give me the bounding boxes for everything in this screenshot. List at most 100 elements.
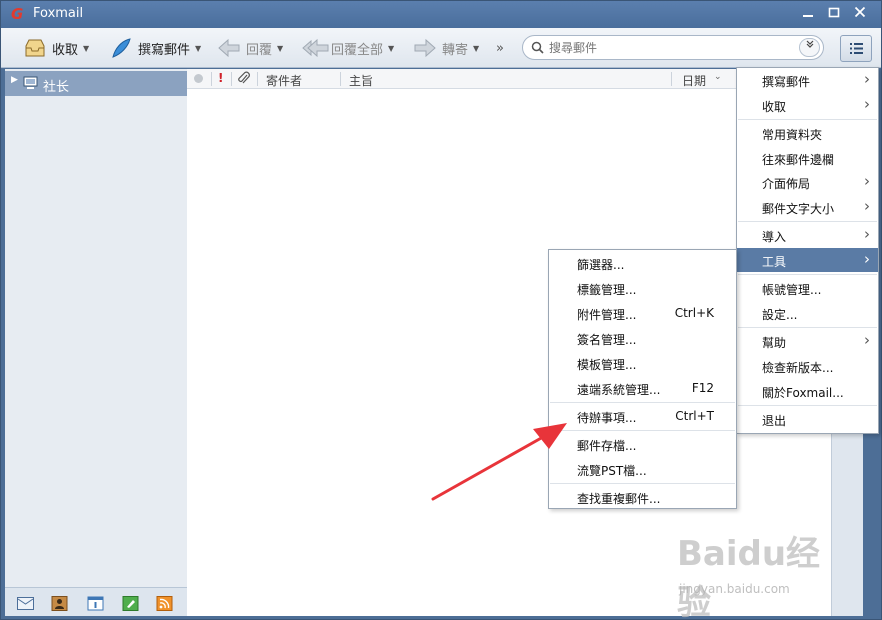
tools-menu-item-label: 篩選器...: [577, 258, 625, 272]
foxmail-logo-icon: G: [11, 5, 24, 23]
main-menu-item-label: 工具: [762, 255, 787, 269]
tools-menu-item[interactable]: 標籤管理...: [549, 276, 736, 301]
sort-chevron-icon[interactable]: ⌄: [714, 72, 722, 82]
reply-all-label: 回覆全部: [331, 42, 384, 58]
date-column-header[interactable]: 日期: [682, 72, 706, 89]
main-menu-item[interactable]: 退出: [737, 407, 878, 431]
main-menu-item[interactable]: 往來郵件邊欄: [737, 146, 878, 170]
compose-label: 撰寫郵件: [138, 42, 191, 58]
tools-menu-item[interactable]: 待辦事項... Ctrl+T: [549, 404, 736, 429]
tools-menu-item[interactable]: 篩選器...: [549, 251, 736, 276]
main-menu-button[interactable]: [840, 35, 872, 62]
account-item[interactable]: ▶ 社长: [5, 71, 187, 96]
main-menu-item[interactable]: 關於Foxmail...: [737, 379, 878, 403]
watermark-url: jingyan.baidu.com: [679, 582, 790, 596]
main-menu-item-label: 撰寫郵件: [762, 75, 811, 89]
main-menu-item[interactable]: 常用資料夾: [737, 121, 878, 145]
close-icon[interactable]: [851, 5, 869, 23]
tools-menu-item[interactable]: 郵件存檔...: [549, 432, 736, 457]
menu-separator: [738, 274, 877, 275]
main-menu-item-label: 幫助: [762, 336, 787, 350]
menu-separator: [738, 119, 877, 120]
reply-arrow-icon: [217, 37, 241, 59]
main-menu-item[interactable]: 收取 ›: [737, 93, 878, 117]
column-divider: [211, 72, 212, 86]
notes-module-icon[interactable]: [122, 596, 139, 611]
tools-menu-item[interactable]: 附件管理... Ctrl+K: [549, 301, 736, 326]
tools-menu-item[interactable]: 模板管理...: [549, 351, 736, 376]
main-menu-item-label: 介面佈局: [762, 177, 811, 191]
foxmail-window: G Foxmail 收取 ▼ 撰寫郵件 ▼ 回覆 ▼ 回覆全部 ▼ 轉寄 ▼ »…: [0, 0, 882, 620]
maximize-icon[interactable]: [825, 5, 843, 23]
account-computer-icon: [23, 76, 38, 90]
tools-menu-item-label: 標籤管理...: [577, 283, 637, 297]
subject-column-header[interactable]: 主旨: [349, 72, 373, 89]
annotation-arrow: [431, 423, 567, 501]
compose-button[interactable]: 撰寫郵件 ▼: [109, 36, 201, 60]
main-menu-item[interactable]: 帳號管理...: [737, 276, 878, 300]
tools-menu-item-label: 簽名管理...: [577, 333, 637, 347]
main-menu-item-label: 退出: [762, 414, 787, 428]
main-menu-item-label: 設定...: [762, 308, 798, 322]
chevron-right-icon: ›: [864, 172, 870, 190]
main-menu-item[interactable]: 工具 ›: [737, 248, 878, 272]
receive-label: 收取: [52, 42, 79, 58]
priority-column-icon[interactable]: !: [218, 71, 223, 85]
tools-menu-item[interactable]: 流覽PST檔...: [549, 457, 736, 482]
main-menu-item-label: 常用資料夾: [762, 128, 823, 142]
minimize-icon[interactable]: [799, 5, 817, 23]
mail-module-icon[interactable]: [17, 596, 34, 611]
calendar-module-icon[interactable]: [87, 596, 104, 611]
main-menu-item[interactable]: 撰寫郵件 ›: [737, 68, 878, 92]
more-button[interactable]: »: [496, 36, 504, 60]
main-menu-item-label: 導入: [762, 230, 787, 244]
main-menu-item[interactable]: 郵件文字大小 ›: [737, 195, 878, 219]
mail-list-header: ! 寄件者 主旨 日期 ⌄: [187, 69, 831, 89]
baidu-watermark: Baidu经验 jingyan.baidu.com: [677, 526, 837, 620]
tools-menu-item[interactable]: 查找重複郵件...: [549, 485, 736, 510]
tools-menu-item[interactable]: 遠端系統管理... F12: [549, 376, 736, 401]
chevron-down-icon[interactable]: ▼: [388, 44, 394, 53]
folder-pane: ▶ 社长: [5, 69, 187, 616]
module-switcher: [5, 587, 187, 616]
tools-menu-item-label: 附件管理...: [577, 308, 637, 322]
reply-button[interactable]: 回覆 ▼: [217, 36, 283, 60]
main-menu: 撰寫郵件 › 收取 › 常用資料夾 往來郵件邊欄 介面佈局 › 郵件文字大小 › 導入 › 工具 › 帳號管…: [736, 67, 879, 434]
main-menu-item[interactable]: 導入 ›: [737, 223, 878, 247]
search-input[interactable]: [549, 39, 789, 57]
search-options-chevron-icon[interactable]: [799, 38, 820, 57]
reply-label: 回覆: [246, 42, 273, 58]
toolbar: 收取 ▼ 撰寫郵件 ▼ 回覆 ▼ 回覆全部 ▼ 轉寄 ▼ » 搜尋郵件: [1, 28, 881, 68]
chevron-down-icon[interactable]: ▼: [473, 44, 479, 53]
chevron-down-icon[interactable]: ▼: [195, 44, 201, 53]
chevron-down-icon[interactable]: ▼: [277, 44, 283, 53]
shortcut-label: Ctrl+K: [674, 306, 714, 320]
rss-module-icon[interactable]: [156, 596, 173, 611]
main-menu-item[interactable]: 介面佈局 ›: [737, 170, 878, 194]
expand-triangle-icon[interactable]: ▶: [11, 75, 18, 85]
forward-button[interactable]: 轉寄 ▼: [413, 36, 479, 60]
chevron-down-icon[interactable]: ▼: [83, 44, 89, 53]
chevron-right-icon: ›: [864, 70, 870, 88]
main-menu-item[interactable]: 設定...: [737, 301, 878, 325]
menu-separator: [738, 405, 877, 406]
contacts-module-icon[interactable]: [51, 596, 68, 611]
attachment-column-icon[interactable]: [237, 71, 251, 89]
menu-separator: [738, 327, 877, 328]
main-menu-item-label: 往來郵件邊欄: [762, 153, 835, 167]
reply-all-button[interactable]: 回覆全部 ▼: [302, 36, 394, 60]
chevron-right-icon: ›: [864, 331, 870, 349]
receive-button[interactable]: 收取 ▼: [23, 36, 89, 60]
tools-menu-item[interactable]: 簽名管理...: [549, 326, 736, 351]
list-menu-icon: [850, 43, 863, 54]
account-label: 社长: [43, 80, 70, 95]
main-menu-item[interactable]: 幫助 ›: [737, 329, 878, 353]
main-menu-item-label: 檢查新版本...: [762, 361, 834, 375]
main-menu-item[interactable]: 檢查新版本...: [737, 354, 878, 378]
read-status-column-icon[interactable]: [194, 74, 203, 83]
forward-label: 轉寄: [442, 42, 469, 58]
chevron-right-icon: ›: [864, 225, 870, 243]
search-box[interactable]: [522, 35, 824, 60]
column-divider: [340, 72, 341, 86]
sender-column-header[interactable]: 寄件者: [266, 72, 302, 89]
